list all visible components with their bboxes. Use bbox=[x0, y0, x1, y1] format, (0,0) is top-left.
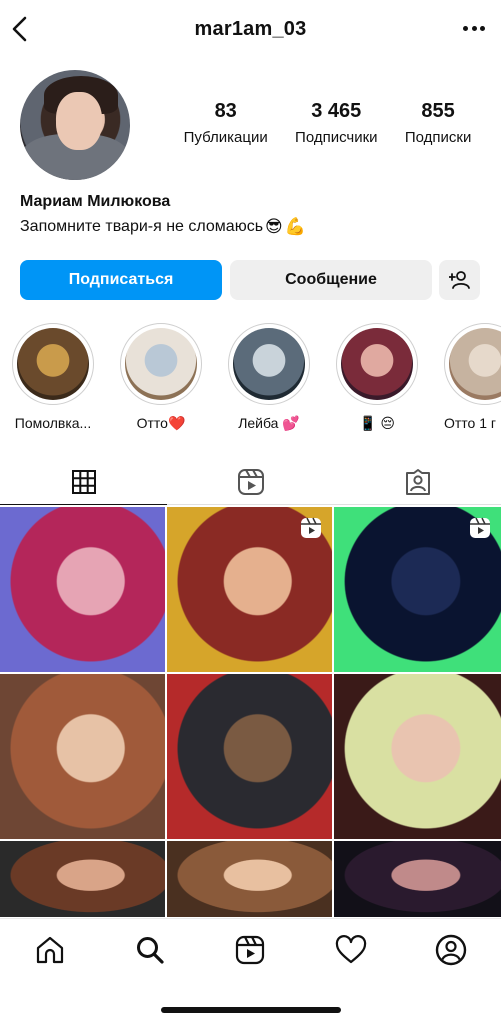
story-highlights: Помолвка... Отто❤️ Лейба 💕 📱 😔 Отто 1 г bbox=[12, 323, 501, 432]
profile-stats: 83 Публикации 3 465 Подписчики 855 Подпи… bbox=[170, 100, 485, 146]
bio-text: Запомните твари-я не сломаюсь bbox=[20, 218, 264, 235]
bio-emoji-sunglasses: 😎 bbox=[265, 217, 283, 237]
post-thumbnail[interactable] bbox=[334, 507, 501, 672]
nav-profile[interactable] bbox=[433, 932, 469, 968]
reels-icon bbox=[236, 935, 265, 964]
stat-posts[interactable]: 83 Публикации bbox=[184, 100, 268, 146]
stat-posts-label: Публикации bbox=[183, 129, 268, 146]
stat-following-value: 855 bbox=[421, 100, 455, 122]
profile-bio: Запомните твари-я не сломаюсь 😎 💪 bbox=[20, 217, 306, 237]
posts-grid bbox=[0, 507, 501, 917]
tab-tagged[interactable] bbox=[334, 460, 501, 504]
nav-search[interactable] bbox=[132, 932, 168, 968]
highlight-cover bbox=[125, 328, 197, 400]
stat-followers[interactable]: 3 465 Подписчики bbox=[295, 100, 378, 146]
bottom-navigation bbox=[0, 918, 501, 980]
message-button[interactable]: Сообщение bbox=[230, 260, 432, 300]
suggested-users-button[interactable] bbox=[439, 260, 480, 300]
highlight-cover bbox=[233, 328, 305, 400]
nav-reels[interactable] bbox=[232, 932, 268, 968]
post-thumbnail[interactable] bbox=[0, 507, 165, 672]
highlight-cover bbox=[17, 328, 89, 400]
post-thumbnail[interactable] bbox=[167, 507, 332, 672]
chevron-left-icon bbox=[12, 16, 27, 42]
add-user-icon bbox=[448, 271, 470, 289]
nav-home[interactable] bbox=[32, 932, 68, 968]
highlight-label: 📱 😔 bbox=[359, 415, 395, 431]
post-thumbnail[interactable] bbox=[334, 674, 501, 839]
stat-following[interactable]: 855 Подписки bbox=[405, 100, 472, 146]
post-thumbnail[interactable] bbox=[334, 841, 501, 917]
highlight-cover bbox=[449, 328, 501, 400]
post-thumbnail[interactable] bbox=[0, 841, 165, 917]
profile-header: mar1am_03 bbox=[0, 0, 501, 58]
home-indicator bbox=[161, 1007, 341, 1013]
home-icon bbox=[36, 936, 64, 963]
highlight-label: Отто❤️ bbox=[136, 415, 186, 431]
highlight-item[interactable]: Отто❤️ bbox=[120, 323, 202, 432]
tagged-user-icon bbox=[405, 469, 430, 495]
reel-badge-icon bbox=[301, 517, 321, 538]
post-thumbnail[interactable] bbox=[167, 674, 332, 839]
profile-full-name: Мариам Милюкова bbox=[20, 193, 171, 210]
highlight-cover bbox=[341, 328, 413, 400]
nav-activity[interactable] bbox=[333, 932, 369, 968]
highlight-label: Помолвка... bbox=[14, 415, 92, 431]
highlight-item[interactable]: Лейба 💕 bbox=[228, 323, 310, 432]
grid-icon bbox=[71, 470, 96, 494]
stat-posts-value: 83 bbox=[214, 100, 237, 122]
highlight-label: Лейба 💕 bbox=[238, 415, 300, 431]
profile-tabs bbox=[0, 460, 501, 505]
heart-icon bbox=[335, 934, 366, 963]
reels-icon bbox=[237, 469, 264, 495]
highlight-item[interactable]: Помолвка... bbox=[12, 323, 94, 432]
stat-followers-value: 3 465 bbox=[311, 100, 362, 122]
highlight-item[interactable]: Отто 1 г bbox=[444, 323, 501, 432]
highlight-item[interactable]: 📱 😔 bbox=[336, 323, 418, 432]
stat-followers-label: Подписчики bbox=[295, 129, 378, 146]
post-thumbnail[interactable] bbox=[167, 841, 332, 917]
stat-following-label: Подписки bbox=[404, 129, 472, 146]
bio-emoji-muscle: 💪 bbox=[284, 217, 306, 237]
profile-avatar[interactable] bbox=[20, 70, 130, 180]
more-horizontal-icon bbox=[463, 26, 468, 31]
post-thumbnail[interactable] bbox=[0, 674, 165, 839]
tab-posts[interactable] bbox=[0, 460, 167, 505]
search-icon bbox=[137, 936, 164, 964]
reel-badge-icon bbox=[470, 517, 490, 538]
highlight-label: Отто 1 г bbox=[444, 415, 497, 431]
follow-button[interactable]: Подписаться bbox=[20, 260, 222, 300]
profile-username: mar1am_03 bbox=[194, 17, 307, 40]
back-button[interactable] bbox=[8, 14, 36, 44]
more-options-button[interactable] bbox=[463, 26, 485, 32]
tab-reels[interactable] bbox=[167, 460, 334, 504]
profile-icon bbox=[435, 934, 467, 965]
